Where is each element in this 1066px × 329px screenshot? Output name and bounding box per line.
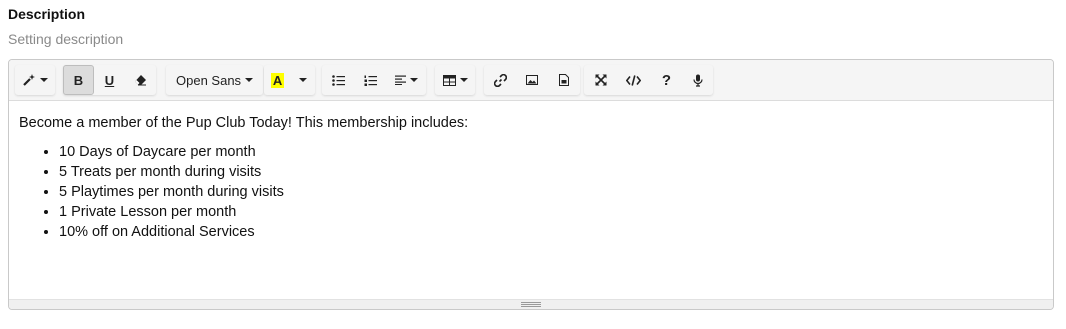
view-group: ? <box>584 65 713 95</box>
help-button[interactable]: ? <box>650 65 683 95</box>
insert-link-button[interactable] <box>484 65 516 95</box>
file-icon <box>559 74 569 86</box>
style-dropdown-button[interactable] <box>15 65 55 95</box>
insert-picture-button[interactable] <box>516 65 548 95</box>
microphone-icon <box>693 74 703 87</box>
field-label: Description <box>8 6 86 22</box>
font-style-group: B U <box>63 65 156 95</box>
color-group: A <box>264 65 315 95</box>
style-group <box>15 65 55 95</box>
help-icon: ? <box>661 71 672 89</box>
bold-button[interactable]: B <box>63 65 94 95</box>
paragraph-align-dropdown[interactable] <box>386 65 426 95</box>
ordered-list-button[interactable] <box>354 65 386 95</box>
ordered-list-icon <box>364 75 377 86</box>
chevron-down-icon <box>245 78 254 82</box>
color-dropdown-button[interactable] <box>291 65 315 95</box>
membership-list: 10 Days of Daycare per month 5 Treats pe… <box>19 142 1043 242</box>
code-view-button[interactable] <box>617 65 650 95</box>
code-icon <box>626 74 641 86</box>
list-item: 10 Days of Daycare per month <box>59 142 1043 162</box>
chevron-down-icon <box>40 78 48 82</box>
table-dropdown-button[interactable] <box>435 65 475 95</box>
magic-wand-icon <box>22 73 36 87</box>
expand-icon <box>594 74 607 86</box>
eraser-icon <box>134 74 147 86</box>
underline-button[interactable]: U <box>94 65 125 95</box>
paragraph-group <box>322 65 426 95</box>
table-icon <box>442 74 456 86</box>
editor-content[interactable]: Become a member of the Pup Club Today! T… <box>9 102 1053 301</box>
font-family-group: Open Sans <box>166 65 264 95</box>
chevron-down-icon <box>299 78 307 82</box>
chevron-down-icon <box>459 78 468 82</box>
link-icon <box>493 73 507 87</box>
intro-paragraph: Become a member of the Pup Club Today! T… <box>19 115 469 131</box>
rich-text-editor: B U Open Sans A ? Become a member of the… <box>8 59 1054 310</box>
editor-toolbar: B U Open Sans A ? <box>9 60 1053 101</box>
list-item: 10% off on Additional Services <box>59 222 1043 242</box>
fullscreen-button[interactable] <box>584 65 617 95</box>
grip-icon <box>521 302 541 307</box>
voice-button[interactable] <box>683 65 713 95</box>
font-family-label: Open Sans <box>176 72 242 88</box>
text-color-button[interactable]: A <box>264 65 291 95</box>
list-item: 1 Private Lesson per month <box>59 202 1043 222</box>
chevron-down-icon <box>409 78 418 82</box>
field-hint: Setting description <box>8 31 124 47</box>
insert-group <box>484 65 580 95</box>
insert-file-button[interactable] <box>548 65 580 95</box>
unordered-list-button[interactable] <box>322 65 354 95</box>
unordered-list-icon <box>331 74 345 86</box>
clear-format-button[interactable] <box>125 65 156 95</box>
table-group <box>435 65 475 95</box>
align-left-icon <box>394 75 406 85</box>
highlight-color-swatch: A <box>270 72 285 88</box>
list-item: 5 Treats per month during visits <box>59 162 1043 182</box>
picture-icon <box>526 75 538 85</box>
resize-handle[interactable] <box>9 299 1053 309</box>
list-item: 5 Playtimes per month during visits <box>59 182 1043 202</box>
font-family-dropdown[interactable]: Open Sans <box>166 65 263 95</box>
